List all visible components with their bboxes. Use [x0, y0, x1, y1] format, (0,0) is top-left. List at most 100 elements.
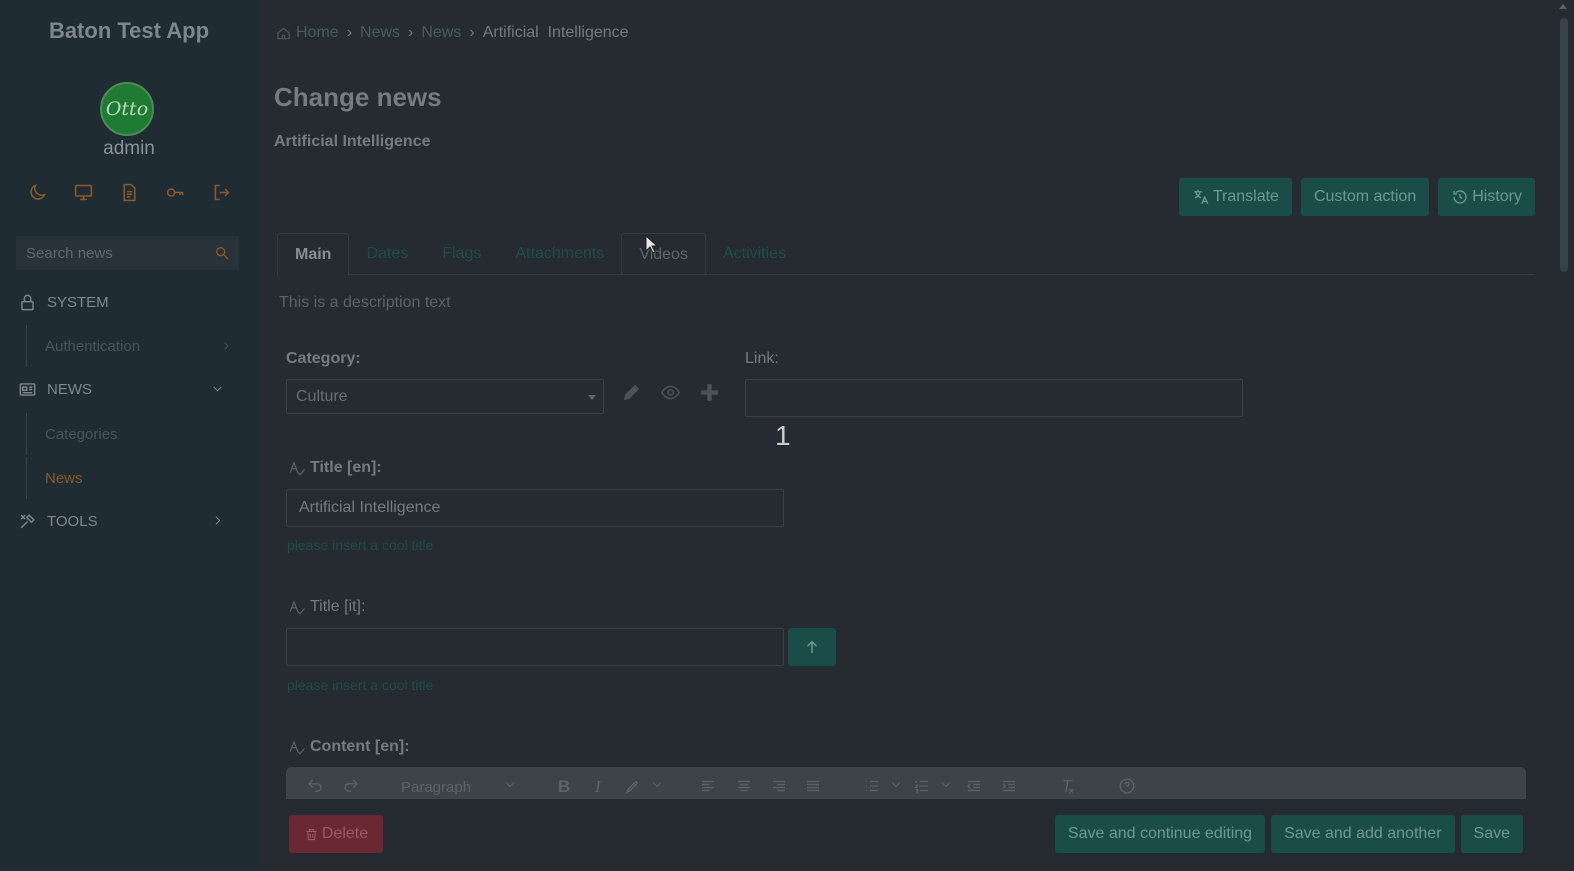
breadcrumb-current: Artificial Intelligence [482, 24, 629, 41]
chevron-right-icon [224, 342, 229, 350]
sidebar-section-news[interactable]: NEWS [18, 377, 240, 401]
history-button[interactable]: History [1438, 178, 1535, 216]
translatable-icon [289, 600, 305, 615]
key-icon[interactable] [162, 180, 188, 204]
sidebar-section-system[interactable]: SYSTEM [18, 290, 240, 314]
link-input[interactable] [745, 379, 1243, 417]
tab-flags[interactable]: Flags [425, 233, 498, 275]
chevron-down-icon [213, 386, 222, 392]
title-it-help: please insert a cool title [287, 677, 434, 693]
title-it-input[interactable] [286, 628, 784, 666]
scrollbar[interactable] [1552, 0, 1574, 871]
sidebar-section-label: NEWS [47, 380, 92, 398]
copy-translation-button[interactable] [788, 628, 836, 666]
highlight-icon[interactable] [624, 777, 642, 795]
mouse-cursor-icon [645, 235, 659, 254]
sidebar-item-authentication[interactable]: Authentication [26, 325, 240, 367]
help-icon[interactable] [1118, 777, 1136, 795]
undo-icon[interactable] [306, 777, 324, 795]
category-label: Category: [286, 350, 361, 367]
document-icon[interactable] [116, 180, 142, 204]
translate-button[interactable]: Translate [1178, 178, 1292, 216]
monitor-icon[interactable] [70, 180, 96, 204]
trash-icon [306, 828, 317, 840]
chevron-down-icon[interactable] [650, 777, 664, 791]
tab-main[interactable]: Main [277, 233, 350, 276]
search-input[interactable] [16, 236, 206, 270]
custom-action-button[interactable]: Custom action [1300, 178, 1430, 216]
scrollbar-thumb[interactable] [1560, 18, 1568, 272]
breadcrumb: Home › News › News › Artificial Intellig… [276, 24, 629, 42]
tools-icon [20, 513, 35, 528]
title-en-input[interactable] [286, 489, 784, 527]
content-en-label-text: Content [en]: [310, 738, 410, 755]
search-box [16, 236, 239, 270]
category-selected-value: Culture [296, 387, 348, 405]
chevron-down-icon[interactable] [939, 777, 953, 791]
tab-videos[interactable]: Videos [621, 233, 706, 275]
sidebar-item-news[interactable]: News [26, 457, 240, 499]
clear-format-icon[interactable] [1059, 777, 1077, 795]
translate-icon [1194, 190, 1209, 205]
outdent-icon[interactable] [965, 777, 983, 795]
breadcrumb-separator: › [408, 24, 414, 41]
sidebar-section-tools[interactable]: TOOLS [18, 509, 240, 533]
numbered-list-icon[interactable] [913, 777, 931, 795]
save-button[interactable]: Save [1460, 815, 1523, 853]
translate-label: Translate [1212, 188, 1279, 205]
avatar-text: Otto [105, 98, 149, 120]
breadcrumb-separator: › [346, 24, 353, 41]
home-icon [277, 27, 290, 39]
save-continue-button[interactable]: Save and continue editing [1054, 815, 1266, 853]
object-tools: Translate Custom action History [1178, 178, 1535, 216]
breadcrumb-news-app[interactable]: News [360, 24, 400, 42]
chevron-down-icon[interactable] [503, 777, 517, 791]
eye-icon[interactable] [659, 381, 682, 404]
app-title[interactable]: Baton Test App [0, 18, 258, 44]
pencil-icon[interactable] [620, 381, 643, 404]
bullet-list-icon[interactable] [863, 777, 881, 795]
align-center-icon[interactable] [735, 777, 753, 795]
sidebar-section-label: SYSTEM [47, 293, 109, 311]
breadcrumb-news-list[interactable]: News [421, 24, 461, 42]
editor-toolbar: Paragraph B I [286, 767, 1526, 799]
translatable-icon [289, 740, 305, 755]
scroll-up-arrow-icon[interactable] [1559, 4, 1567, 9]
newspaper-icon [19, 382, 36, 396]
chevron-down-icon[interactable] [889, 777, 903, 791]
annotation-marker: 1 [775, 420, 791, 451]
translatable-icon [289, 461, 305, 476]
related-widget-actions [620, 381, 721, 404]
sidebar: Baton Test App Otto admin SYSTEM Authent… [0, 0, 258, 871]
title-it-label-text: Title [it]: [310, 598, 366, 615]
save-add-another-button[interactable]: Save and add another [1271, 815, 1455, 853]
tab-activities[interactable]: Activities [706, 233, 803, 275]
user-tools [24, 180, 234, 204]
tab-dates[interactable]: Dates [349, 233, 425, 275]
sidebar-item-label: Categories [45, 425, 118, 443]
sidebar-item-label: Authentication [45, 337, 141, 355]
italic-icon[interactable]: I [595, 777, 601, 797]
paragraph-select[interactable]: Paragraph [401, 779, 471, 796]
delete-button[interactable]: Delete [289, 815, 383, 853]
search-icon[interactable] [214, 245, 230, 266]
align-left-icon[interactable] [699, 777, 717, 795]
breadcrumb-home[interactable]: Home [296, 24, 339, 42]
title-it-label: Title [it]: [288, 598, 365, 616]
chevron-right-icon [215, 516, 221, 525]
indent-icon[interactable] [1000, 777, 1018, 795]
logout-icon[interactable] [208, 180, 234, 204]
tab-attachments[interactable]: Attachments [498, 233, 621, 275]
username: admin [103, 138, 155, 159]
category-select[interactable]: Culture [286, 379, 604, 414]
sidebar-item-categories[interactable]: Categories [26, 413, 240, 455]
delete-label: Delete [321, 825, 369, 842]
bold-icon[interactable]: B [558, 777, 570, 797]
redo-icon[interactable] [342, 777, 360, 795]
caret-down-icon [588, 395, 596, 400]
moon-icon[interactable] [24, 180, 50, 204]
align-justify-icon[interactable] [804, 777, 822, 795]
page-subtitle: Artificial Intelligence [274, 133, 431, 150]
plus-icon[interactable] [698, 381, 721, 404]
align-right-icon[interactable] [770, 777, 788, 795]
